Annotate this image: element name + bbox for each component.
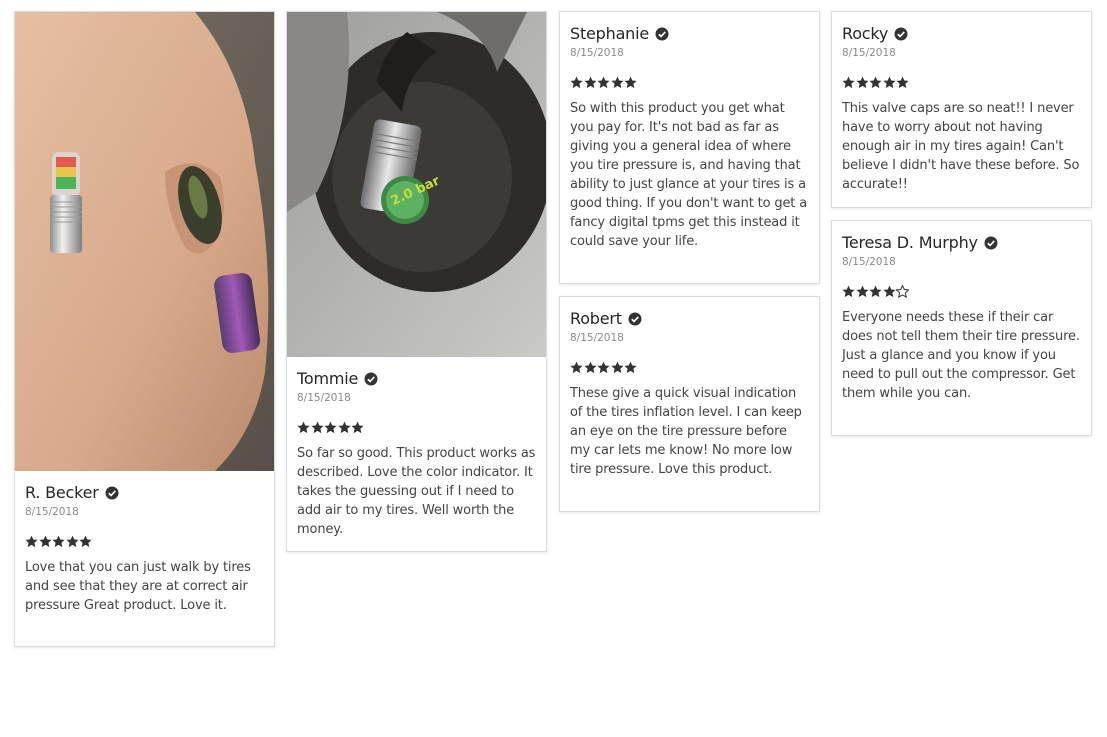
review-card: Robert 8/15/2018 These give a quick visu… — [559, 296, 820, 512]
star-icon — [842, 283, 855, 298]
star-icon — [610, 74, 624, 89]
star-icon — [297, 419, 310, 434]
review-date: 8/15/2018 — [570, 332, 624, 344]
star-outline-icon — [895, 283, 910, 299]
review-text: This valve caps are so neat!! I never ha… — [842, 101, 1080, 192]
star-icon — [610, 359, 624, 374]
review-text: So far so good. This product works as de… — [297, 446, 536, 537]
star-icon — [882, 283, 896, 298]
star-icon — [570, 74, 583, 89]
review-photo[interactable]: 2.0 bar — [287, 12, 546, 357]
reviewer-name: Teresa D. Murphy — [842, 232, 978, 252]
star-icon — [869, 74, 882, 89]
check-circle-icon — [655, 26, 669, 41]
valve-cap-on-tire-image: 2.0 bar — [287, 12, 546, 357]
hand-holding-valve-cap-image — [15, 12, 274, 471]
star-icon — [624, 74, 637, 89]
star-icon — [38, 533, 52, 548]
review-text: So with this product you get what you pa… — [570, 101, 808, 249]
review-text: Love that you can just walk by tires and… — [25, 560, 251, 613]
check-circle-icon — [628, 311, 642, 326]
check-circle-icon — [105, 485, 119, 500]
star-rating — [570, 359, 809, 374]
check-circle-icon — [364, 371, 378, 386]
star-icon — [855, 283, 869, 298]
star-icon — [855, 74, 869, 89]
review-card: R. Becker 8/15/2018 Love that you can ju… — [14, 11, 275, 647]
review-date: 8/15/2018 — [297, 392, 351, 404]
star-icon — [351, 419, 364, 434]
star-icon — [52, 533, 65, 548]
review-date: 8/15/2018 — [842, 256, 896, 268]
reviewer-name: Stephanie — [570, 23, 650, 43]
star-rating — [297, 419, 536, 434]
star-icon — [896, 74, 909, 89]
star-icon — [583, 74, 597, 89]
reviewer-name: Tommie — [297, 368, 359, 388]
review-date: 8/15/2018 — [570, 47, 624, 59]
star-icon — [583, 359, 597, 374]
review-date: 8/15/2018 — [25, 506, 79, 518]
star-icon — [324, 419, 337, 434]
star-icon — [869, 283, 882, 298]
review-card: Rocky 8/15/2018 This valve caps are so n… — [831, 11, 1092, 208]
star-icon — [597, 359, 610, 374]
star-rating — [25, 533, 264, 548]
review-text: These give a quick visual indication of … — [570, 386, 802, 477]
reviewer-name: Robert — [570, 308, 622, 328]
star-rating — [842, 74, 1081, 89]
star-icon — [337, 419, 351, 434]
reviewer-name: Rocky — [842, 23, 889, 43]
star-rating — [842, 283, 1081, 299]
review-photo[interactable] — [15, 12, 274, 471]
star-icon — [65, 533, 79, 548]
star-icon — [25, 533, 38, 548]
star-icon — [570, 359, 583, 374]
review-card: 2.0 bar Tommie 8/15/2018 So far so good.… — [286, 11, 547, 552]
review-text: Everyone needs these if their car does n… — [842, 310, 1080, 401]
review-card: Teresa D. Murphy 8/15/2018 Everyone need… — [831, 220, 1092, 436]
check-circle-icon — [984, 235, 998, 250]
review-card: Stephanie 8/15/2018 So with this product… — [559, 11, 820, 284]
star-icon — [597, 74, 610, 89]
star-rating — [570, 74, 809, 89]
star-icon — [842, 74, 855, 89]
star-icon — [624, 359, 637, 374]
check-circle-icon — [894, 26, 908, 41]
star-icon — [79, 533, 92, 548]
reviewer-name: R. Becker — [25, 482, 99, 502]
star-icon — [310, 419, 324, 434]
review-date: 8/15/2018 — [842, 47, 896, 59]
star-icon — [882, 74, 896, 89]
